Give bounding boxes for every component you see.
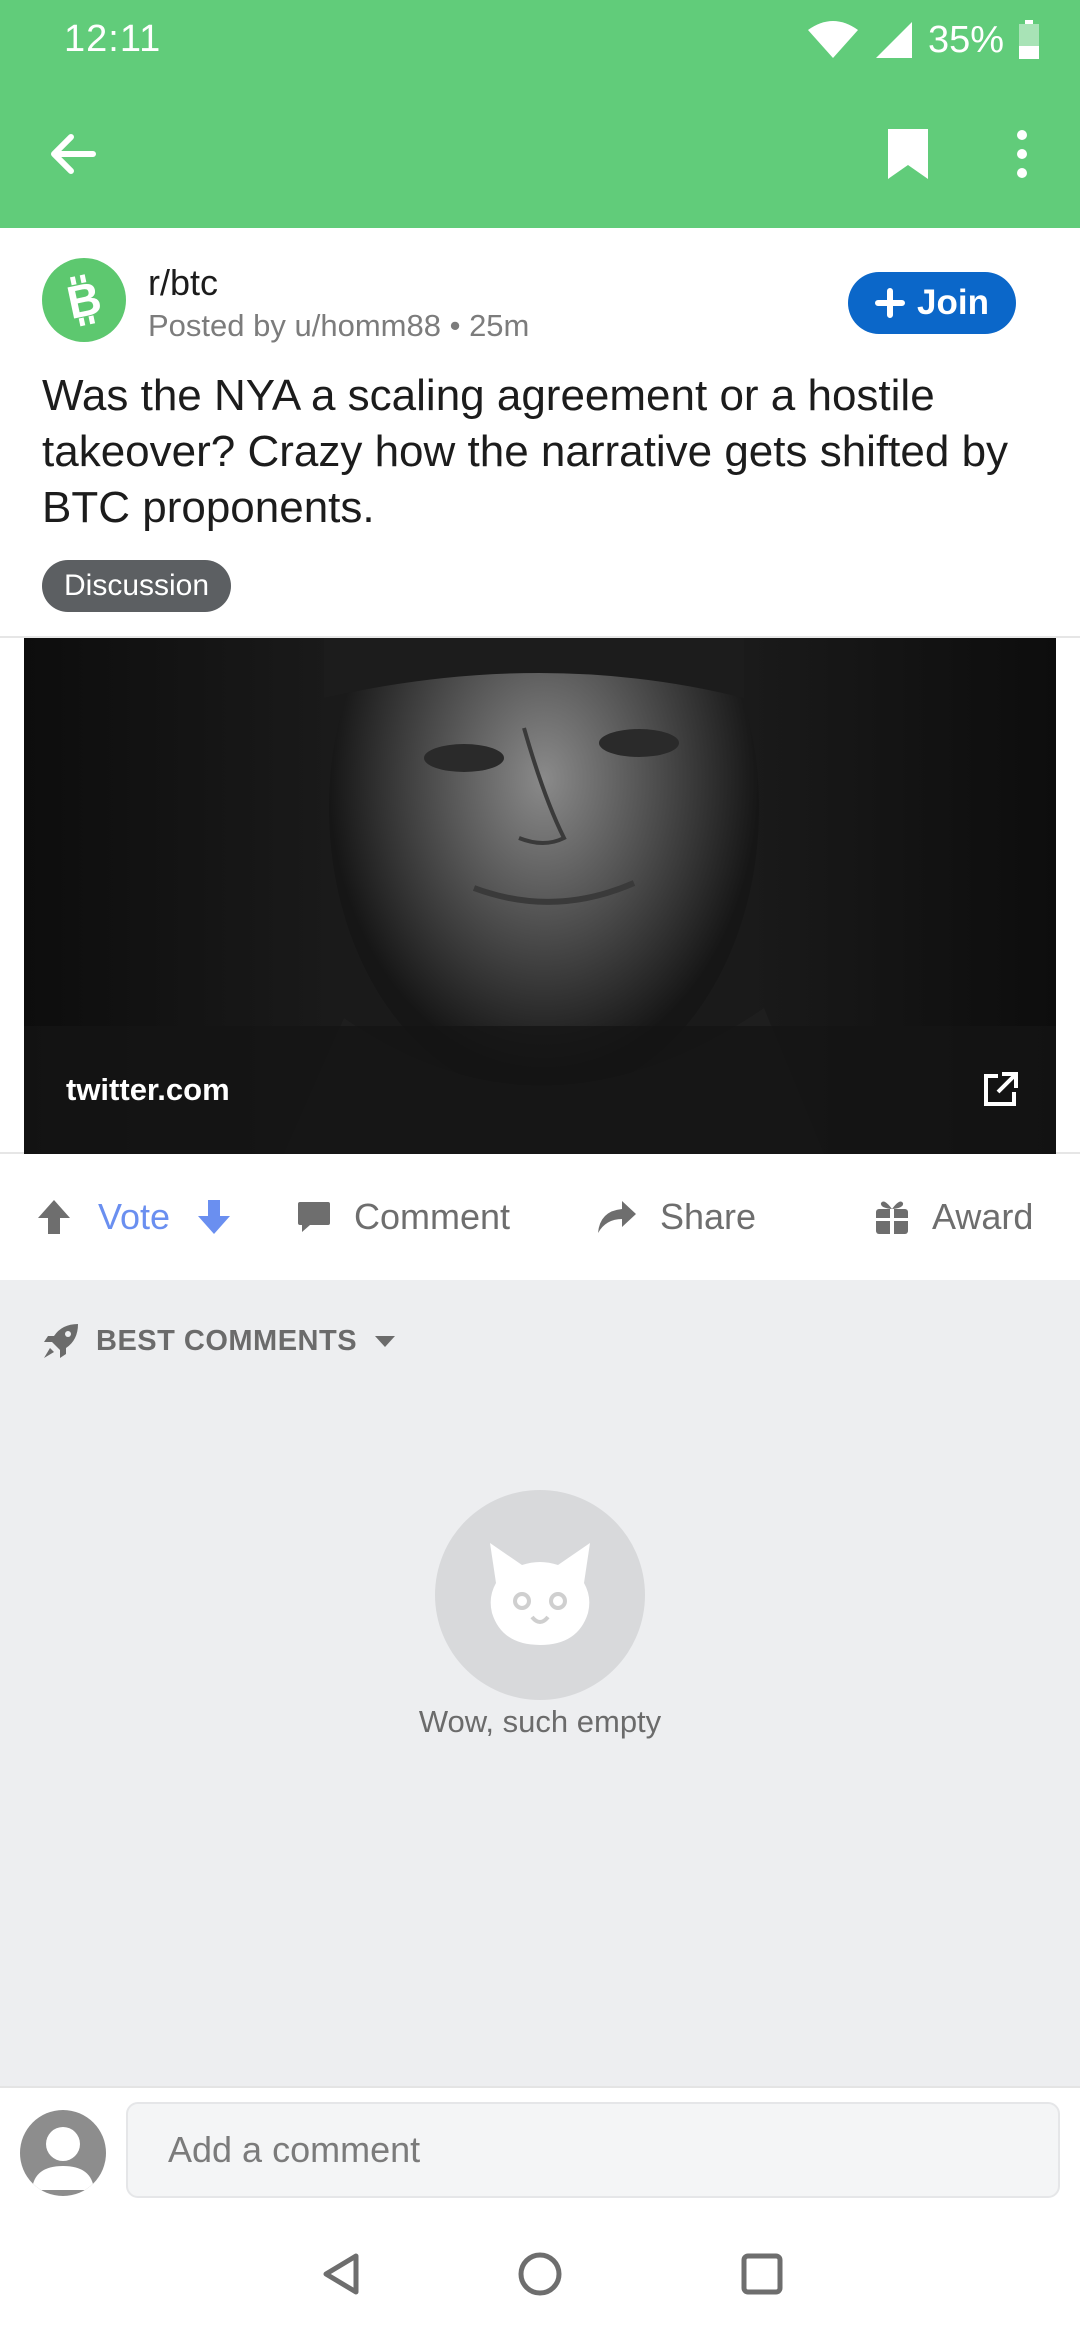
subreddit-name[interactable]: r/btc	[148, 262, 218, 304]
vote-label: Vote	[98, 1196, 171, 1237]
upvote-icon[interactable]	[36, 1198, 72, 1236]
share-label: Share	[660, 1196, 757, 1237]
join-button[interactable]: Join	[848, 272, 1016, 334]
wifi-icon	[807, 21, 858, 58]
more-options-button[interactable]	[982, 114, 1062, 194]
comment-icon	[298, 1202, 330, 1232]
nav-back-button[interactable]	[306, 2238, 378, 2310]
status-icons: 35%	[806, 14, 1040, 66]
subreddit-avatar[interactable]: B	[42, 258, 126, 342]
external-link-icon	[984, 1072, 1018, 1106]
app-bar	[0, 80, 1080, 228]
post-time: 25m	[469, 308, 530, 343]
system-nav-bar	[0, 2208, 1080, 2340]
rocket-icon	[44, 1324, 78, 1358]
circle-home-icon	[518, 2252, 562, 2296]
post-flair[interactable]: Discussion	[42, 560, 232, 612]
meta-separator: •	[449, 308, 461, 343]
empty-state-illustration	[435, 1490, 645, 1700]
triangle-back-icon	[323, 2253, 359, 2295]
post-header: B r/btc Posted by u/homm88 • 25m Join Wa…	[0, 228, 1080, 636]
plus-icon	[875, 288, 906, 318]
battery-percent: 35%	[927, 18, 1004, 61]
link-preview[interactable]: twitter.com	[0, 636, 1080, 1154]
comment-button[interactable]: Comment	[296, 1154, 510, 1280]
award-button[interactable]: Award	[874, 1154, 1033, 1280]
join-label: Join	[917, 283, 989, 322]
preview-image[interactable]: twitter.com	[24, 638, 1056, 1154]
award-label: Award	[932, 1196, 1034, 1237]
empty-state-text: Wow, such empty	[418, 1704, 662, 1739]
nav-recents-button[interactable]	[726, 2238, 798, 2310]
share-icon	[598, 1201, 636, 1233]
post-title: Was the NYA a scaling agreement or a hos…	[42, 371, 1009, 532]
signal-icon	[875, 22, 912, 58]
comment-composer: Add a comment	[0, 2086, 1080, 2208]
comment-label: Comment	[354, 1196, 511, 1237]
share-button[interactable]: Share	[596, 1154, 756, 1280]
comment-input[interactable]: Add a comment	[126, 2102, 1060, 2198]
chevron-down-icon	[375, 1336, 396, 1347]
sort-label: BEST COMMENTS	[96, 1324, 358, 1357]
post-meta: Posted by u/homm88 • 25m	[148, 308, 529, 344]
more-vertical-icon	[1017, 130, 1027, 178]
user-icon	[32, 2127, 94, 2190]
back-button[interactable]	[32, 114, 112, 194]
nav-home-button[interactable]	[504, 2238, 576, 2310]
status-time: 12:11	[64, 18, 162, 60]
vote-group: Vote	[36, 1154, 232, 1280]
post-author[interactable]: Posted by u/homm88	[148, 308, 441, 343]
downvote-icon[interactable]	[196, 1198, 232, 1236]
square-recents-icon	[741, 2253, 783, 2295]
status-bar: 12:11 35%	[0, 0, 1080, 80]
comment-sort[interactable]: BEST COMMENTS	[42, 1322, 397, 1360]
save-button[interactable]	[868, 114, 948, 194]
cat-face-icon	[490, 1543, 590, 1645]
comments-section: BEST COMMENTS Wow, such empty	[0, 1280, 1080, 2086]
gift-icon	[876, 1201, 908, 1234]
preview-footer: twitter.com	[24, 1026, 1056, 1154]
battery-icon	[1019, 20, 1039, 59]
arrow-left-icon	[51, 134, 96, 174]
link-domain: twitter.com	[66, 1072, 230, 1107]
post-actions: Vote Comment Share Award	[0, 1154, 1080, 1280]
user-avatar[interactable]	[20, 2110, 106, 2196]
bitcoin-cash-icon: B	[62, 272, 105, 328]
bookmark-icon	[888, 129, 928, 179]
